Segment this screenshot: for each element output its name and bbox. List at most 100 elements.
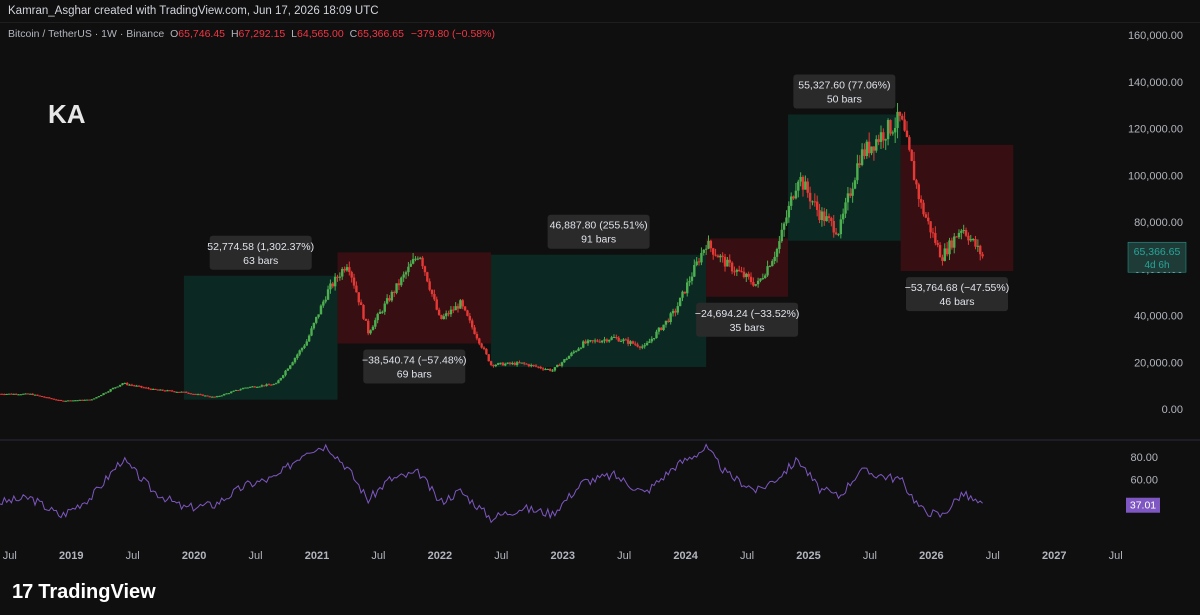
- candle-body: [291, 362, 294, 366]
- candle-body: [402, 274, 405, 278]
- candle-body: [241, 388, 245, 390]
- candle-body: [17, 394, 20, 396]
- time-axis-tick: Jul: [494, 550, 508, 562]
- candle-body: [76, 400, 79, 402]
- chart-area[interactable]: 160,000.00 140,000.00 120,000.00 100,000.00…: [0, 22, 1200, 578]
- candle-body: [88, 399, 91, 401]
- candle-body: [546, 369, 550, 371]
- price-axis-tick: 80,000.00: [1134, 217, 1183, 229]
- candle-body: [556, 364, 559, 368]
- time-axis-tick: Jul: [3, 550, 17, 562]
- candle-body: [714, 254, 717, 256]
- candle-body: [267, 384, 271, 386]
- candle-body: [263, 385, 266, 387]
- candle-body: [305, 341, 308, 346]
- candle-body: [936, 242, 939, 245]
- candle-body: [964, 230, 968, 236]
- candle-body: [142, 387, 145, 389]
- time-axis-tick: Jul: [986, 550, 1000, 562]
- candle-body: [837, 234, 840, 236]
- candle-body: [225, 393, 228, 395]
- tradingview-logo-icon: 17: [12, 581, 33, 603]
- candle-body: [598, 341, 601, 343]
- candle-body: [943, 248, 946, 261]
- candle-body: [397, 283, 401, 286]
- open-value: 65,746.45: [178, 28, 226, 40]
- candle-body: [428, 281, 431, 290]
- candle-body: [917, 184, 920, 200]
- candle-body: [199, 394, 202, 396]
- candle-body: [376, 313, 379, 321]
- candle-body: [33, 394, 37, 396]
- candle-body: [898, 111, 902, 116]
- candle-body: [603, 339, 606, 341]
- time-axis-tick: Jul: [249, 550, 263, 562]
- candle-body: [615, 336, 618, 338]
- candle-body: [844, 202, 847, 214]
- candle-body: [274, 383, 278, 385]
- candle-body: [201, 394, 205, 396]
- candle-body: [135, 385, 138, 387]
- candle-body: [863, 149, 866, 157]
- candle-body: [671, 310, 675, 314]
- candle-body: [447, 313, 450, 315]
- candle-body: [612, 336, 616, 338]
- time-axis-tick: Jul: [1109, 550, 1123, 562]
- candle-body: [515, 362, 519, 365]
- candle-body: [99, 394, 103, 397]
- candle-body: [799, 176, 802, 182]
- tradingview-logo[interactable]: 17 TradingView: [12, 581, 156, 604]
- candle-body: [979, 245, 982, 255]
- candle-body: [485, 348, 488, 355]
- candle-body: [761, 278, 765, 280]
- candle-body: [170, 390, 174, 392]
- candle-body: [468, 315, 472, 321]
- candle-body: [345, 267, 349, 271]
- time-axis-tick: 2022: [428, 550, 452, 562]
- candle-body: [310, 328, 313, 336]
- candle-body: [927, 217, 930, 222]
- candle-body: [596, 340, 599, 342]
- candle-body: [102, 393, 105, 395]
- candle-body: [740, 271, 743, 273]
- candle-body: [461, 300, 464, 307]
- measure-change-label: −24,694.24 (−33.52%): [695, 308, 800, 320]
- candle-body: [211, 396, 214, 398]
- candle-body: [128, 384, 131, 386]
- candle-body: [756, 280, 760, 285]
- candle-body: [489, 361, 493, 365]
- candle-body: [435, 299, 438, 310]
- candle-body: [539, 367, 542, 369]
- candle-body: [712, 248, 715, 255]
- candle-body: [40, 395, 44, 397]
- candle-body: [10, 393, 13, 395]
- candle-body: [473, 327, 476, 335]
- candle-body: [97, 396, 101, 398]
- candle-body: [45, 397, 49, 399]
- candle-body: [118, 384, 122, 387]
- candle-body: [780, 229, 783, 242]
- measure-bars-label: 91 bars: [581, 234, 616, 246]
- candle-body: [203, 395, 207, 397]
- candle-body: [286, 368, 290, 371]
- time-axis-tick: 2027: [1042, 550, 1066, 562]
- candle-body: [690, 276, 694, 281]
- candle-body: [638, 346, 642, 348]
- candle-body: [872, 146, 876, 151]
- chart-svg[interactable]: 160,000.00 140,000.00 120,000.00 100,000.00…: [0, 23, 1200, 578]
- credit-bar: Kamran_Asghar created with TradingView.c…: [0, 0, 1200, 22]
- candle-body: [693, 265, 696, 277]
- candle-body: [12, 393, 15, 395]
- candle-body: [719, 255, 722, 258]
- high-label: H: [230, 28, 239, 40]
- rsi-line: [0, 443, 983, 524]
- time-axis-tick: 2024: [673, 550, 698, 562]
- candle-body: [707, 240, 710, 249]
- measure-box-bear: [706, 238, 789, 297]
- candle-body: [548, 369, 552, 371]
- candle-body: [144, 387, 148, 389]
- candle-body: [893, 127, 897, 133]
- candle-body: [270, 384, 273, 386]
- candle-body: [520, 362, 524, 364]
- candle-body: [858, 163, 861, 165]
